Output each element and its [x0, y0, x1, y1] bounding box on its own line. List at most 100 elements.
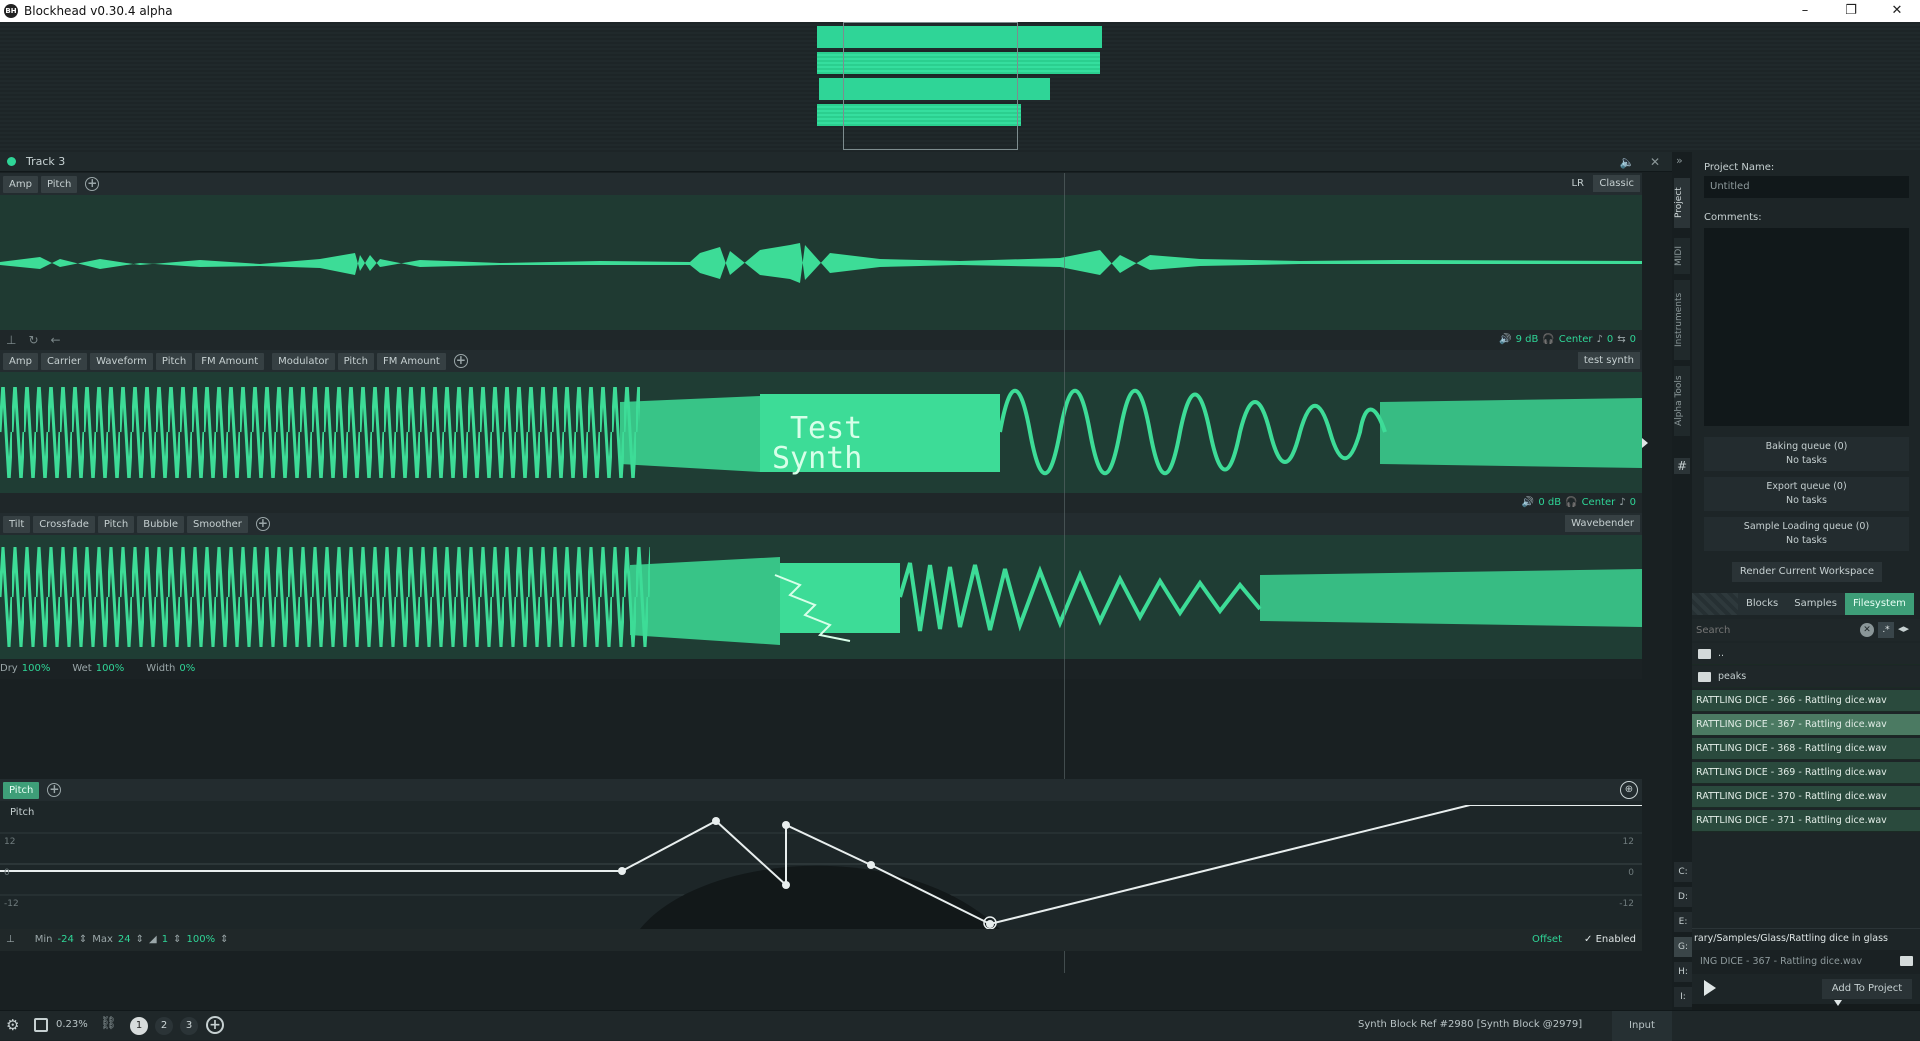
open-folder-icon[interactable] [1900, 956, 1913, 966]
enabled-checkbox[interactable]: ✓ Enabled [1584, 929, 1636, 951]
waveform-view[interactable] [0, 195, 1642, 330]
globe-icon[interactable]: ⊕ [1620, 781, 1638, 799]
dry-value[interactable]: 100% [22, 659, 51, 679]
settings-gear-icon[interactable]: ⚙ [6, 1016, 19, 1034]
tab-midi[interactable]: MIDI [1674, 238, 1690, 274]
project-name-input[interactable]: Untitled [1704, 176, 1909, 198]
play-preview-icon[interactable] [1704, 980, 1716, 996]
tab-carrier[interactable]: Carrier [40, 352, 88, 370]
file-row[interactable]: RATTLING DICE - 369 - Rattling dice.wav [1692, 762, 1920, 784]
note-button-c[interactable]: C: [1674, 862, 1692, 882]
tab-samples[interactable]: Samples [1786, 593, 1845, 615]
workspace-button-2[interactable]: 2 [155, 1017, 173, 1035]
tab-modulator[interactable]: Modulator [272, 352, 335, 370]
arrangement-overview[interactable] [0, 22, 1920, 152]
lr-label[interactable]: LR [1571, 175, 1584, 192]
add-tab-icon[interactable]: + [255, 517, 270, 531]
snap-spinner-icon[interactable]: ⇕ [173, 929, 181, 951]
snap-value[interactable]: 1 [162, 929, 168, 951]
wet-value[interactable]: 100% [96, 659, 125, 679]
close-window-button[interactable]: ✕ [1874, 0, 1920, 22]
overview-viewport[interactable] [843, 22, 1018, 150]
tab-blocks[interactable]: Blocks [1738, 593, 1787, 615]
back-arrow-icon[interactable]: ← [51, 330, 61, 350]
workspace-button-3[interactable]: 3 [180, 1017, 198, 1035]
collapse-chevron-icon[interactable]: » [1676, 154, 1683, 167]
grid-tool-icon[interactable]: # [1674, 458, 1690, 474]
clear-search-icon[interactable]: ✕ [1860, 623, 1874, 637]
tab-pitch[interactable]: Pitch [97, 515, 135, 533]
zoom-spinner-icon[interactable]: ⇕ [220, 929, 228, 951]
bake-icon[interactable]: ⊥ [6, 330, 16, 350]
pitch-value[interactable]: 0 [1607, 330, 1613, 350]
add-tab-icon[interactable]: + [453, 354, 468, 368]
min-value[interactable]: -24 [57, 929, 73, 951]
pitch-envelope-graph[interactable]: Pitch 12 0 -12 12 0 -12 [0, 805, 1642, 929]
note-button-h[interactable]: H: [1674, 962, 1692, 982]
minimize-button[interactable]: – [1782, 0, 1828, 22]
block-name-button[interactable]: test synth [1577, 352, 1640, 369]
mode-button[interactable]: Classic [1593, 175, 1640, 192]
min-spinner-icon[interactable]: ⇕ [79, 929, 87, 951]
tab-modulator-pitch[interactable]: Pitch [337, 352, 374, 370]
workspace-button-1[interactable]: 1 [130, 1017, 148, 1035]
comments-textarea[interactable] [1704, 228, 1909, 426]
tab-crossfade[interactable]: Crossfade [33, 515, 95, 533]
add-tab-icon[interactable]: + [47, 783, 62, 797]
tab-filesystem[interactable]: Filesystem [1844, 593, 1914, 615]
regex-toggle-icon[interactable]: .* [1878, 622, 1894, 638]
wavebender-waveform-view[interactable] [0, 535, 1642, 659]
reverse-loop-icon[interactable]: ↻ [28, 330, 38, 350]
input-button[interactable]: Input [1612, 1011, 1672, 1041]
close-track-icon[interactable]: ✕ [1646, 153, 1664, 171]
tab-pitch[interactable]: Pitch [40, 175, 78, 193]
tab-amp[interactable]: Amp [3, 175, 38, 193]
folder-row[interactable]: peaks [1692, 666, 1920, 688]
synth-waveform-view[interactable]: Test Synth [0, 372, 1642, 493]
volume-value[interactable]: 0 dB [1538, 493, 1561, 513]
tab-instruments[interactable]: Instruments [1674, 280, 1690, 360]
file-row-selected[interactable]: RATTLING DICE - 367 - Rattling dice.wav [1692, 714, 1920, 736]
pan-value[interactable]: Center [1559, 330, 1593, 350]
note-button-e[interactable]: E: [1674, 912, 1692, 932]
file-row[interactable]: RATTLING DICE - 371 - Rattling dice.wav [1692, 810, 1920, 832]
tab-waveform[interactable]: Waveform [90, 352, 153, 370]
tab-pitch[interactable]: Pitch [3, 781, 40, 799]
playhead-marker-icon[interactable] [1642, 438, 1648, 448]
link-icon[interactable]: ⛓ [100, 1016, 117, 1031]
width-value[interactable]: 0% [179, 659, 195, 679]
tab-modulator-fm-amount[interactable]: FM Amount [376, 352, 446, 370]
render-workspace-button[interactable]: Render Current Workspace [1732, 562, 1882, 582]
max-spinner-icon[interactable]: ⇕ [136, 929, 144, 951]
file-row[interactable]: RATTLING DICE - 370 - Rattling dice.wav [1692, 786, 1920, 808]
loop-value[interactable]: 0 [1630, 330, 1636, 350]
tab-fm-amount[interactable]: FM Amount [195, 352, 265, 370]
add-to-project-button[interactable]: Add To Project [1822, 979, 1912, 999]
note-button-g[interactable]: G: [1674, 937, 1692, 957]
block-name-button[interactable]: Wavebender [1565, 515, 1640, 532]
add-tab-icon[interactable]: + [85, 177, 100, 191]
tab-amp[interactable]: Amp [3, 352, 38, 370]
tab-smoother[interactable]: Smoother [187, 515, 248, 533]
file-row[interactable]: RATTLING DICE - 366 - Rattling dice.wav [1692, 690, 1920, 712]
tab-bubble[interactable]: Bubble [137, 515, 185, 533]
note-button-i[interactable]: I: [1674, 987, 1692, 1007]
volume-value[interactable]: 9 dB [1516, 330, 1539, 350]
scrubber-handle-icon[interactable] [1834, 1000, 1842, 1006]
search-input[interactable] [1696, 621, 1856, 639]
speaker-mute-icon[interactable]: 🔈 [1618, 153, 1636, 171]
zoom-value[interactable]: 100% [186, 929, 215, 951]
note-button-d[interactable]: D: [1674, 887, 1692, 907]
tab-alpha-tools[interactable]: Alpha Tools [1674, 366, 1690, 436]
add-workspace-icon[interactable]: + [206, 1016, 224, 1034]
speaker-preview-icon[interactable]: ◂▸ [1898, 622, 1909, 635]
pitch-value[interactable]: 0 [1630, 493, 1636, 513]
pan-value[interactable]: Center [1582, 493, 1616, 513]
maximize-button[interactable]: ❐ [1828, 0, 1874, 22]
offset-button[interactable]: Offset [1532, 929, 1562, 951]
folder-row[interactable]: .. [1692, 643, 1920, 665]
tab-pitch[interactable]: Pitch [155, 352, 193, 370]
max-value[interactable]: 24 [118, 929, 131, 951]
tab-tilt[interactable]: Tilt [3, 515, 31, 533]
track-color-dot[interactable] [7, 157, 16, 166]
